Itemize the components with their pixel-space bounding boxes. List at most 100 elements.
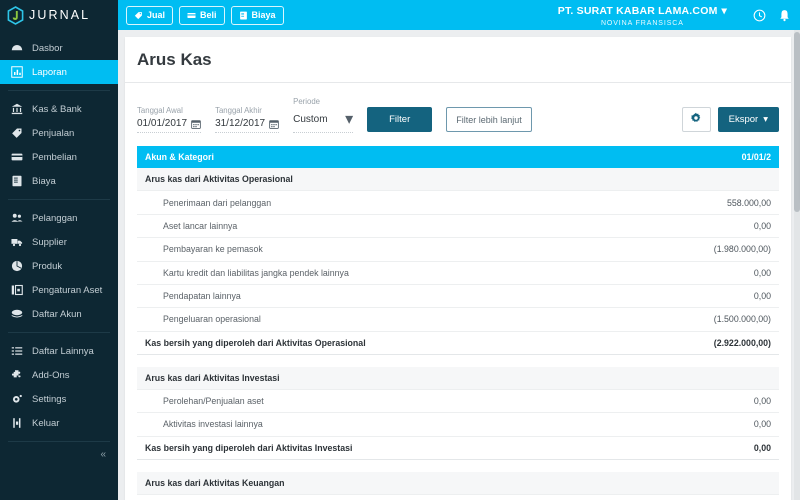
topbar-quick-actions: Jual Beli Biaya — [126, 5, 284, 25]
credit-card-icon — [11, 151, 23, 163]
row-value — [599, 471, 779, 495]
end-date-input[interactable]: 31/12/2017 — [215, 118, 280, 133]
calendar-icon[interactable] — [191, 119, 201, 129]
asset-settings-icon — [11, 284, 23, 296]
sidebar-item-laporan[interactable]: Laporan — [0, 60, 118, 84]
advanced-filter-button[interactable]: Filter lebih lanjut — [446, 107, 532, 132]
export-button[interactable]: Ekspor ▾ — [717, 107, 779, 132]
report-table-wrap: Akun & Kategori 01/01/2 Arus kas dari Ak… — [125, 146, 791, 500]
bell-icon[interactable] — [778, 9, 791, 22]
sidebar-item-label: Kas & Bank — [32, 103, 82, 115]
row-value: (1.500.000,00) — [599, 307, 779, 332]
clock-icon[interactable] — [753, 9, 766, 22]
book-icon — [11, 175, 23, 187]
sidebar-item-label: Biaya — [32, 175, 56, 187]
sidebar-collapse-row: « — [0, 450, 118, 460]
table-spacer-row — [137, 354, 779, 367]
table-row: Pembayaran/Penerimaan pinjaman0,00 — [137, 494, 779, 500]
sidebar-item-supplier[interactable]: Supplier — [0, 230, 118, 254]
periode-label: Periode — [293, 97, 320, 106]
box-icon — [11, 260, 23, 272]
sidebar-item-keluar[interactable]: Keluar — [0, 411, 118, 435]
sidebar-item-pengaturan-aset[interactable]: Pengaturan Aset — [0, 278, 118, 302]
table-body: Arus kas dari Aktivitas Operasional Pener… — [137, 168, 779, 500]
report-card: Arus Kas Tanggal Awal 01/01/2017 Tanggal… — [125, 37, 791, 500]
sidebar-item-add-ons[interactable]: Add-Ons — [0, 363, 118, 387]
spacer-cell — [137, 354, 779, 367]
end-date-field: Tanggal Akhir 31/12/2017 — [215, 106, 280, 133]
report-settings-button[interactable] — [681, 107, 711, 132]
current-user-name: NOVINA FRANSISCA — [600, 20, 684, 28]
sidebar-item-label: Daftar Akun — [32, 308, 82, 320]
biaya-button[interactable]: Biaya — [230, 5, 284, 25]
page-scrollbar-thumb[interactable] — [794, 32, 800, 212]
biaya-button-label: Biaya — [251, 10, 276, 20]
sidebar: JURNAL Dasbor Laporan Kas & Bank Penjual… — [0, 0, 118, 500]
sidebar-divider — [8, 332, 110, 333]
row-value: 0,00 — [599, 435, 779, 461]
row-label: Kas bersih yang diperoleh dari Aktivitas… — [137, 330, 600, 356]
gear-icon — [11, 393, 23, 405]
filter-button[interactable]: Filter — [367, 107, 433, 132]
report-actions: Ekspor ▾ — [681, 107, 779, 132]
calendar-icon[interactable] — [269, 119, 279, 129]
table-row: Pengeluaran operasional (1.500.000,00) — [137, 307, 779, 332]
sidebar-item-penjualan[interactable]: Penjualan — [0, 121, 118, 145]
beli-button[interactable]: Beli — [179, 5, 225, 25]
gear-icon — [690, 111, 702, 129]
sidebar-item-settings[interactable]: Settings — [0, 387, 118, 411]
jual-button[interactable]: Jual — [126, 5, 174, 25]
sidebar-item-label: Pengaturan Aset — [32, 284, 103, 296]
row-label: Aktivitas investasi lainnya — [137, 412, 600, 437]
sidebar-item-produk[interactable]: Produk — [0, 254, 118, 278]
table-section-row: Arus kas dari Aktivitas Keuangan — [137, 471, 779, 495]
sidebar-item-label: Dasbor — [32, 42, 63, 54]
column-header-account[interactable]: Akun & Kategori — [137, 146, 600, 168]
table-row: Kartu kredit dan liabilitas jangka pende… — [137, 261, 779, 285]
truck-icon — [11, 236, 23, 248]
row-value: 0,00 — [599, 494, 779, 500]
sidebar-item-dasbor[interactable]: Dasbor — [0, 36, 118, 60]
sidebar-divider — [8, 441, 110, 442]
row-label: Arus kas dari Aktivitas Investasi — [137, 366, 600, 390]
sidebar-item-daftar-akun[interactable]: Daftar Akun — [0, 302, 118, 326]
sidebar-item-pelanggan[interactable]: Pelanggan — [0, 206, 118, 230]
spacer-cell — [137, 459, 779, 472]
sidebar-item-label: Penjualan — [32, 127, 75, 139]
export-button-label: Ekspor — [728, 114, 759, 125]
start-date-field: Tanggal Awal 01/01/2017 — [137, 106, 202, 133]
page-title: Arus Kas — [125, 37, 791, 83]
table-header-row: Akun & Kategori 01/01/2 — [137, 146, 779, 168]
row-value: (2.922.000,00) — [599, 330, 779, 356]
periode-select[interactable]: Custom ▾ — [293, 109, 354, 133]
tag-icon — [11, 127, 23, 139]
sidebar-item-kas-bank[interactable]: Kas & Bank — [0, 97, 118, 121]
row-value: 0,00 — [599, 284, 779, 309]
sidebar-item-label: Add-Ons — [32, 369, 70, 381]
jual-button-label: Jual — [147, 10, 166, 20]
end-date-value: 31/12/2017 — [215, 118, 266, 129]
collapse-sidebar-button[interactable]: « — [100, 450, 106, 460]
company-switcher[interactable]: PT. SURAT KABAR LAMA.COM ▾ NOVINA FRANSI… — [558, 2, 727, 27]
sidebar-item-daftar-lainnya[interactable]: Daftar Lainnya — [0, 339, 118, 363]
start-date-label: Tanggal Awal — [137, 106, 183, 115]
sidebar-item-label: Produk — [32, 260, 63, 272]
column-header-date[interactable]: 01/01/2 — [599, 146, 779, 168]
row-label: Pembayaran ke pemasok — [137, 237, 600, 262]
row-value — [599, 168, 779, 192]
dashboard-icon — [11, 42, 23, 54]
start-date-value: 01/01/2017 — [137, 118, 188, 129]
app-logo[interactable]: JURNAL — [0, 0, 118, 30]
sidebar-item-label: Laporan — [32, 66, 67, 78]
list-icon — [11, 345, 23, 357]
start-date-input[interactable]: 01/01/2017 — [137, 118, 202, 133]
sidebar-item-biaya[interactable]: Biaya — [0, 169, 118, 193]
row-label: Aset lancar lainnya — [137, 214, 600, 239]
tag-icon — [134, 11, 143, 20]
row-label: Pengeluaran operasional — [137, 307, 600, 332]
table-section-row: Arus kas dari Aktivitas Investasi — [137, 366, 779, 390]
sidebar-item-pembelian[interactable]: Pembelian — [0, 145, 118, 169]
filter-bar: Tanggal Awal 01/01/2017 Tanggal Akhir 31… — [125, 83, 791, 146]
row-label: Arus kas dari Aktivitas Operasional — [137, 168, 600, 192]
cash-flow-table: Akun & Kategori 01/01/2 Arus kas dari Ak… — [137, 146, 779, 500]
